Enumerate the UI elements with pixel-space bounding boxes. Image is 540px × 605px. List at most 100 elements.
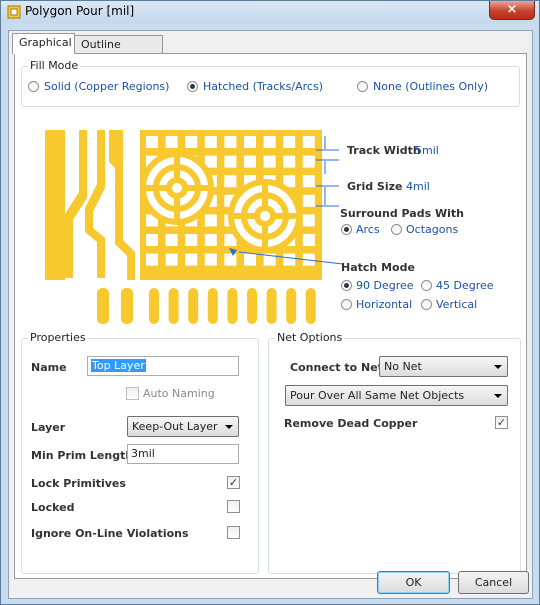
preview-bottom-pin bbox=[97, 288, 109, 324]
cancel-button[interactable]: Cancel bbox=[458, 571, 529, 594]
preview-hatch-hole bbox=[244, 136, 256, 148]
preview-track-outer bbox=[65, 130, 87, 278]
preview-hatch-hole bbox=[204, 253, 217, 266]
properties-title: Properties bbox=[28, 331, 88, 344]
connect-to-net-select[interactable]: No Net bbox=[379, 356, 508, 377]
chevron-down-icon bbox=[494, 365, 502, 369]
hatch-horizontal-label[interactable]: Horizontal bbox=[356, 298, 412, 311]
fill-mode-solid-radio[interactable] bbox=[28, 81, 39, 92]
ignore-violations-label: Ignore On-Line Violations bbox=[31, 527, 189, 540]
surround-arcs-radio[interactable] bbox=[341, 224, 352, 235]
preview-hatch-hole bbox=[302, 155, 315, 168]
hatch-90-radio[interactable] bbox=[341, 280, 352, 291]
hatch-45-radio[interactable] bbox=[421, 280, 432, 291]
net-options-title: Net Options bbox=[275, 331, 345, 344]
preview-pad-hole bbox=[260, 211, 270, 221]
preview-bottom-pin bbox=[168, 288, 179, 324]
preview-pad-hole bbox=[172, 183, 182, 193]
fill-mode-hatched-radio[interactable] bbox=[187, 81, 198, 92]
preview-hatch-hole bbox=[185, 234, 198, 246]
polygon-pour-dialog: Polygon Pour [mil] × Graphical Outline V… bbox=[0, 0, 540, 605]
min-prim-length-input[interactable]: 3mil bbox=[127, 444, 239, 464]
preview-hatch-hole bbox=[244, 253, 256, 266]
ignore-violations-checkbox[interactable] bbox=[227, 526, 240, 539]
fill-mode-group: Fill Mode Solid (Copper Regions) Hatched… bbox=[21, 59, 520, 107]
preview-hatch-hole bbox=[204, 214, 217, 227]
preview-hatch-hole bbox=[204, 234, 217, 246]
tab-outline-vertices[interactable]: Outline Vertices bbox=[74, 35, 163, 68]
track-width-label: Track Width bbox=[347, 144, 421, 157]
preview-hatch-hole bbox=[224, 175, 237, 188]
preview-hatch-hole bbox=[146, 253, 158, 266]
preview-hatch-hole bbox=[302, 136, 315, 148]
preview-hatch-hole bbox=[185, 136, 198, 148]
preview-bottom-pin bbox=[227, 288, 238, 324]
fill-mode-none-radio[interactable] bbox=[357, 81, 368, 92]
surround-pads-label: Surround Pads With bbox=[340, 207, 464, 220]
grid-size-value[interactable]: 4mil bbox=[406, 180, 430, 193]
grid-size-label: Grid Size bbox=[347, 180, 403, 193]
name-label: Name bbox=[31, 361, 67, 374]
preview-hatch-hole bbox=[263, 136, 276, 148]
net-options-group: Net Options Connect to Net No Net Pour O… bbox=[268, 331, 521, 574]
preview-hatch-hole bbox=[283, 155, 296, 168]
layer-select-value: Keep-Out Layer bbox=[132, 420, 218, 433]
fill-mode-hatched-label[interactable]: Hatched (Tracks/Arcs) bbox=[203, 80, 323, 93]
preview-track-inner bbox=[85, 130, 105, 278]
preview-hatch-hole bbox=[185, 253, 198, 266]
surround-octagons-label[interactable]: Octagons bbox=[406, 223, 458, 236]
properties-group: Properties Name Top Layer Auto Naming La… bbox=[21, 331, 259, 574]
close-button[interactable]: × bbox=[489, 1, 535, 20]
chevron-down-icon bbox=[225, 425, 233, 429]
preview-hatch-hole bbox=[244, 155, 256, 168]
preview-hatch-hole bbox=[146, 136, 158, 148]
preview-hatch-hole bbox=[302, 194, 315, 207]
remove-dead-copper-checkbox[interactable]: ✓ bbox=[495, 416, 508, 429]
min-prim-length-label: Min Prim Length bbox=[31, 449, 134, 462]
ok-button[interactable]: OK bbox=[377, 571, 450, 594]
hatch-vertical-label[interactable]: Vertical bbox=[436, 298, 477, 311]
preview-hatch-hole bbox=[283, 136, 296, 148]
hatch-90-label[interactable]: 90 Degree bbox=[356, 279, 414, 292]
window-title: Polygon Pour [mil] bbox=[25, 4, 135, 18]
locked-checkbox[interactable] bbox=[227, 500, 240, 513]
graphical-panel: Fill Mode Solid (Copper Regions) Hatched… bbox=[14, 53, 527, 579]
pour-over-select[interactable]: Pour Over All Same Net Objects bbox=[285, 385, 508, 406]
preview-hatch-hole bbox=[204, 155, 217, 168]
lock-primitives-checkbox[interactable]: ✓ bbox=[227, 476, 240, 489]
preview-bottom-pin bbox=[286, 288, 297, 324]
fill-mode-solid-label[interactable]: Solid (Copper Regions) bbox=[44, 80, 169, 93]
preview-bottom-pin bbox=[207, 288, 218, 324]
preview-track-right bbox=[109, 130, 135, 280]
remove-dead-copper-label: Remove Dead Copper bbox=[284, 417, 418, 430]
connect-to-net-label: Connect to Net bbox=[290, 361, 383, 374]
locked-label: Locked bbox=[31, 501, 75, 514]
preview-left-pad bbox=[45, 130, 65, 280]
preview-hatch-hole bbox=[224, 253, 237, 266]
auto-naming-label: Auto Naming bbox=[143, 387, 215, 400]
tab-graphical[interactable]: Graphical bbox=[12, 33, 75, 54]
preview-bottom-pin bbox=[121, 288, 133, 324]
hatch-vertical-radio[interactable] bbox=[421, 299, 432, 310]
preview-hatch-hole bbox=[165, 136, 178, 148]
auto-naming-checkbox[interactable] bbox=[126, 387, 139, 400]
connect-to-net-value: No Net bbox=[384, 360, 422, 373]
layer-select[interactable]: Keep-Out Layer bbox=[127, 416, 239, 437]
preview-hatch-hole bbox=[224, 136, 237, 148]
name-input-value: Top Layer bbox=[91, 359, 146, 372]
hatch-horizontal-radio[interactable] bbox=[341, 299, 352, 310]
surround-octagons-radio[interactable] bbox=[391, 224, 402, 235]
surround-arcs-label[interactable]: Arcs bbox=[356, 223, 380, 236]
fill-mode-none-label[interactable]: None (Outlines Only) bbox=[373, 80, 488, 93]
hatch-45-label[interactable]: 45 Degree bbox=[436, 279, 494, 292]
preview-hatch-hole bbox=[224, 155, 237, 168]
preview-hatch-hole bbox=[263, 155, 276, 168]
preview-bottom-pin bbox=[266, 288, 277, 324]
name-input[interactable]: Top Layer bbox=[87, 356, 239, 376]
fill-mode-title: Fill Mode bbox=[28, 59, 81, 72]
preview-hatch-hole bbox=[146, 234, 158, 246]
track-width-value[interactable]: 5mil bbox=[415, 144, 439, 157]
preview-bottom-pin bbox=[305, 288, 316, 324]
preview-hatch-hole bbox=[283, 253, 296, 266]
preview-hatch-hole bbox=[302, 214, 315, 227]
